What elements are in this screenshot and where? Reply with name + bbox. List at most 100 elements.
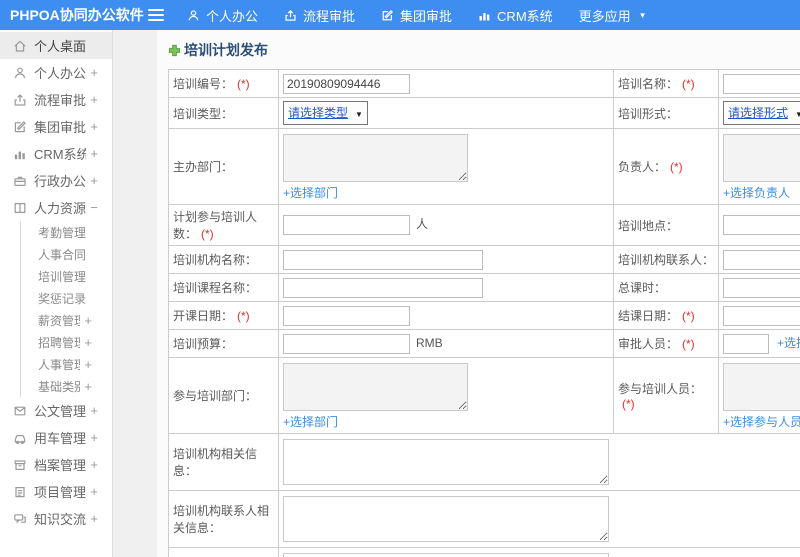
topbar-item-more-apps[interactable]: 更多应用 ▼ [579,6,647,25]
required-mark: (*) [682,337,695,351]
planned-count-input[interactable] [283,215,410,235]
location-input[interactable] [723,215,800,235]
sidebar-item-desktop[interactable]: 个人桌面 [0,32,112,59]
training-no-label: 培训编号： [173,77,234,91]
training-mode-select[interactable]: 请选择形式 ▼ [723,101,800,125]
topbar-item-personal-office[interactable]: 个人办公 [187,6,258,25]
select-approver-link[interactable]: +选择审批人员 [777,336,800,350]
total-hours-label: 总课时： [618,281,667,295]
org-name-input[interactable] [283,249,483,270]
select-join-user-link[interactable]: +选择参与人员 [723,415,800,429]
form-row: 主办部门： +选择部门 负责人： (*) +选择负责人 [168,128,800,205]
car-icon [13,431,28,445]
approver-label: 审批人员： [618,337,679,351]
form-row: 参与培训部门： +选择部门 参与培训人员：(*) +选择参与人员 [168,357,800,434]
user-icon [13,66,28,80]
end-date-input[interactable] [723,305,800,326]
host-dept-textarea[interactable] [283,134,468,182]
form-row: 培训机构相关信息： [168,433,800,491]
total-hours-input[interactable] [723,277,800,298]
training-plan-form: 培训编号：(*) 培训名称：(*) 培训类型： 请选择类型▼ 培训形式： 请选择… [168,69,800,557]
training-no-input[interactable] [283,73,410,94]
sidebar-subitem-training[interactable]: 培训管理 [21,265,112,287]
topbar-item-crm[interactable]: CRM系统 [478,6,553,25]
home-icon [13,39,28,53]
form-row: 培训预算： RMB 审批人员：(*) +选择审批人员 [168,329,800,358]
sidebar-item-knowledge[interactable]: 知识交流 + [0,505,112,532]
clipboard-icon [13,485,28,499]
process-icon [13,93,28,107]
org-contact-info-textarea[interactable] [283,496,609,542]
chart-icon [13,147,28,161]
required-mark: (*) [670,160,683,174]
location-label: 培训地点： [618,218,679,233]
join-user-textarea[interactable] [723,363,800,411]
sidebar-item-archives[interactable]: 档案管理 + [0,451,112,478]
requirements-textarea[interactable] [283,553,609,557]
required-mark: (*) [237,77,250,91]
main-content: 培训计划发布 培训编号：(*) 培训名称：(*) 培训类型： 请选择类型▼ 培训… [113,30,800,557]
leader-textarea[interactable] [723,134,800,182]
select-join-dept-link[interactable]: +选择部门 [283,415,338,429]
required-mark: (*) [201,227,214,241]
select-dept-link[interactable]: +选择部门 [283,186,338,200]
topbar: PHPOA协同办公软件 个人办公 流程审批 集团审批 CRM系统 更多应用 ▼ [0,0,800,30]
select-leader-link[interactable]: +选择负责人 [723,186,790,200]
topbar-item-workflow-approval[interactable]: 流程审批 [284,6,355,25]
briefcase-icon [13,174,28,188]
form-row: 培训类型： 请选择类型 ▼ 培训形式： 请选择形式 ▼ [168,97,800,129]
training-name-label: 培训名称： [618,77,679,91]
approve-icon [13,120,28,134]
sidebar-subitem-hr-contract[interactable]: 人事合同 [21,243,112,265]
org-contact-input[interactable] [723,249,800,270]
required-mark: (*) [682,77,695,91]
required-mark: (*) [622,397,635,411]
form-row: 培训机构名称： 培训机构联系人： [168,245,800,274]
select-caret-icon: ▼ [795,110,800,119]
form-row: 开课日期： (*) 结课日期： (*) [168,301,800,330]
sidebar-item-personal-office[interactable]: 个人办公 + [0,59,112,86]
sidebar-subitem-base-category[interactable]: 基础类别设置 + [21,375,112,397]
sidebar-subitem-salary[interactable]: 薪资管理 + [21,309,112,331]
start-date-label: 开课日期： [173,309,234,323]
form-panel: 培训计划发布 培训编号：(*) 培训名称：(*) 培训类型： 请选择类型▼ 培训… [157,30,800,557]
join-dept-textarea[interactable] [283,363,468,411]
form-row: 培训编号：(*) 培训名称：(*) [168,69,800,98]
end-date-label: 结课日期： [618,309,679,323]
app-logo: PHPOA协同办公软件 [10,7,144,23]
sidebar-item-workflow[interactable]: 流程审批 + [0,86,112,113]
training-type-label: 培训类型： [173,106,234,121]
add-plus-icon [168,44,181,57]
budget-input[interactable] [283,333,410,354]
chat-icon [13,512,28,526]
sidebar-subitem-personnel[interactable]: 人事管理 + [21,353,112,375]
course-name-label: 培训课程名称： [173,281,258,295]
sidebar-item-admin-office[interactable]: 行政办公 + [0,167,112,194]
archive-icon [13,458,28,472]
caret-down-icon: ▼ [638,10,647,20]
sidebar-item-hr[interactable]: 人力资源 − [0,194,112,221]
training-name-input[interactable] [723,73,800,94]
sidebar-subitem-attendance[interactable]: 考勤管理 [21,221,112,243]
sidebar-subitem-recruiting[interactable]: 招聘管理 + [21,331,112,353]
budget-label: 培训预算： [173,337,234,351]
page-title: 培训计划发布 [168,40,800,69]
sidebar-item-group-approval[interactable]: 集团审批 + [0,113,112,140]
join-user-label: 参与培训人员： [618,382,703,396]
sidebar-hr-submenu: 考勤管理 人事合同 培训管理 奖惩记录 薪资管理 + 招聘管理 + 人事管理 +… [20,221,112,397]
start-date-input[interactable] [283,305,410,326]
course-name-input[interactable] [283,277,483,298]
approver-input[interactable] [723,333,769,354]
hamburger-menu-icon[interactable] [143,9,169,21]
sidebar-item-vehicle[interactable]: 用车管理 + [0,424,112,451]
user-icon [187,9,200,22]
topbar-item-group-approval[interactable]: 集团审批 [381,6,452,25]
sidebar: 个人桌面 个人办公 + 流程审批 + 集团审批 + CRM系统 + 行政办公 +… [0,30,113,557]
sidebar-item-documents[interactable]: 公文管理 + [0,397,112,424]
sidebar-item-crm[interactable]: CRM系统 + [0,140,112,167]
training-mode-label: 培训形式： [618,106,679,121]
training-type-select[interactable]: 请选择类型 ▼ [283,101,368,125]
sidebar-subitem-rewards[interactable]: 奖惩记录 [21,287,112,309]
sidebar-item-projects[interactable]: 项目管理 + [0,478,112,505]
org-info-textarea[interactable] [283,439,609,485]
